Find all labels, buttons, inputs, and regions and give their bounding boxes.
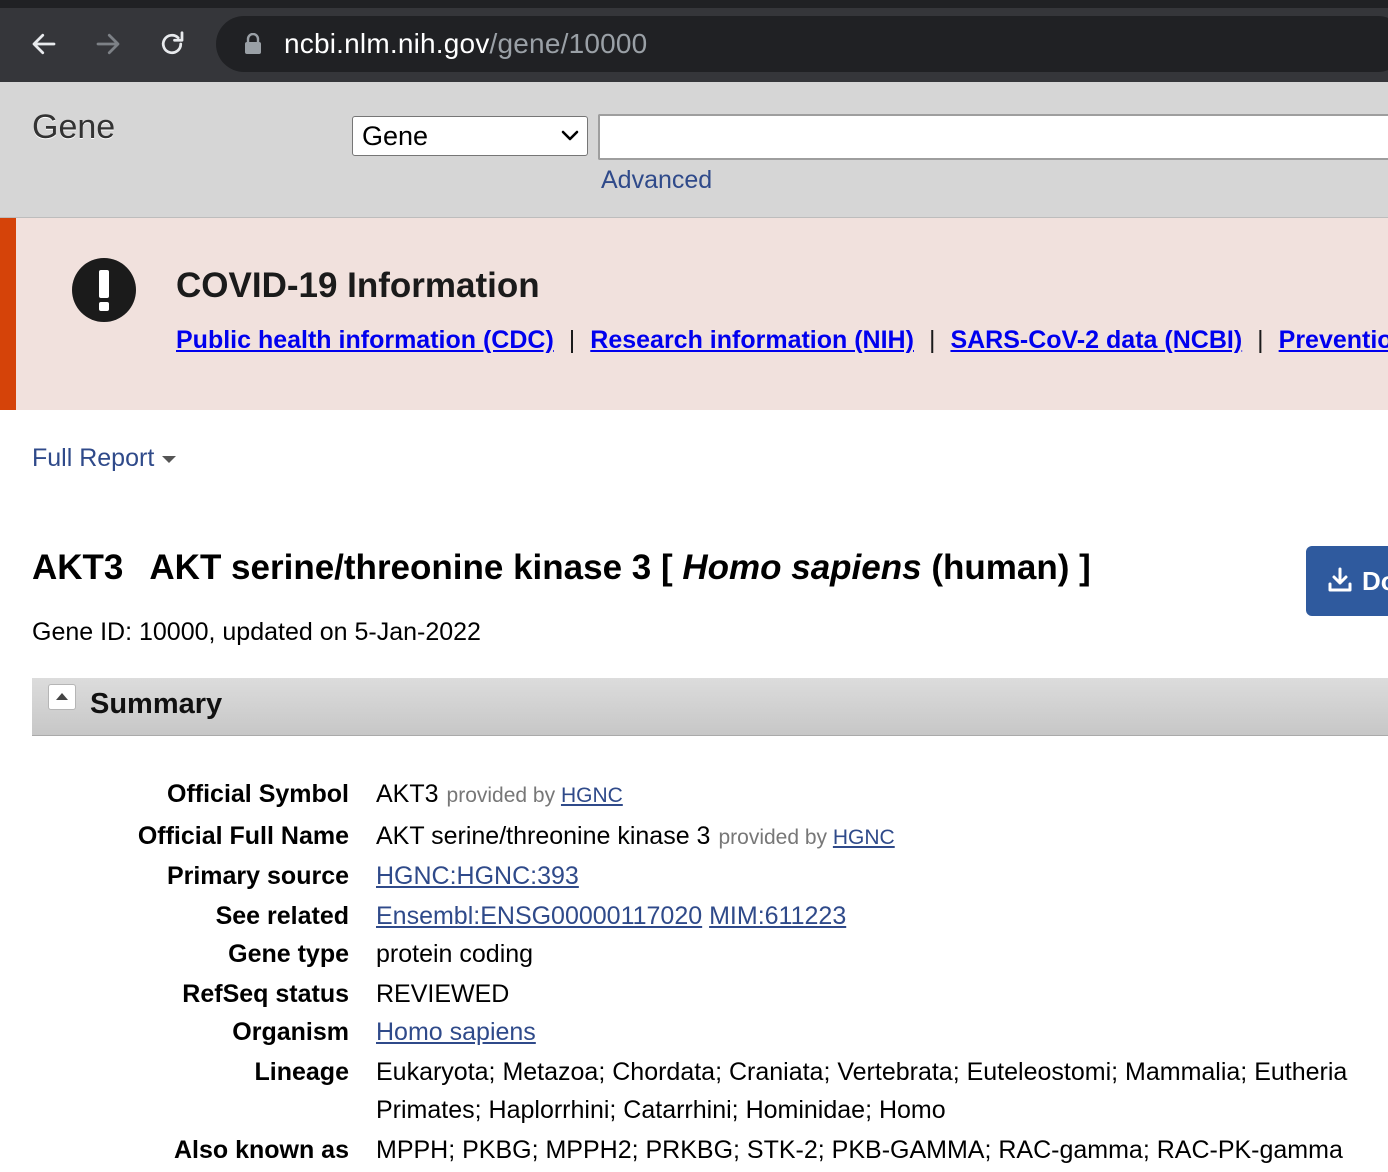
tab-strip: [0, 0, 1388, 8]
detail-label: Lineage: [254, 1058, 349, 1086]
detail-label: Also known as: [173, 1136, 349, 1164]
exclamation-icon: [72, 258, 136, 322]
hgnc-link[interactable]: HGNC: [561, 784, 623, 807]
detail-label: RefSeq status: [182, 980, 349, 1008]
back-button[interactable]: [26, 26, 62, 62]
link-separator: |: [1257, 326, 1264, 354]
covid-banner: COVID-19 Information Public health infor…: [0, 218, 1388, 410]
detail-value: AKT serine/threonine kinase 3: [376, 822, 711, 850]
download-icon: [1328, 567, 1352, 592]
arrow-right-icon: [96, 33, 120, 55]
reload-icon: [161, 31, 184, 55]
banner-accent: [0, 218, 16, 410]
report-format-dropdown[interactable]: Full Report: [32, 444, 177, 473]
organism-name: Homo sapiens: [682, 548, 922, 587]
nih-link[interactable]: Research information (NIH): [590, 326, 914, 354]
forward-button[interactable]: [90, 26, 126, 62]
covid-links: Public health information (CDC) | Research…: [176, 326, 1388, 355]
download-button[interactable]: Do: [1306, 546, 1388, 616]
provided-by-text: provided by: [718, 826, 828, 849]
database-select-value: Gene: [362, 121, 429, 151]
summary-section-header[interactable]: Summary: [32, 678, 1388, 736]
gene-symbol: AKT3: [32, 548, 124, 587]
url-path: /gene/10000: [489, 28, 648, 59]
prevention-link[interactable]: Prevention: [1279, 326, 1388, 354]
detail-label: Official Symbol: [167, 780, 349, 808]
lock-icon: [245, 33, 261, 54]
link-separator: |: [928, 326, 936, 354]
caret-down-icon: [162, 455, 177, 463]
detail-label: Primary source: [166, 862, 349, 890]
detail-label: Gene type: [228, 940, 349, 968]
primary-source-link[interactable]: HGNC:HGNC:393: [376, 862, 579, 890]
cdc-link[interactable]: Public health information (CDC): [176, 326, 554, 354]
browser-toolbar: ncbi.nlm.nih.gov/gene/10000: [0, 0, 1388, 82]
detail-value: protein coding: [376, 940, 534, 968]
ensembl-link[interactable]: Ensembl:ENSG00000117020: [376, 902, 702, 930]
search-input[interactable]: [598, 114, 1388, 160]
mim-link[interactable]: MIM:611223: [709, 902, 846, 930]
link-separator: |: [568, 326, 576, 354]
arrow-left-icon: [32, 33, 56, 55]
detail-label: Official Full Name: [137, 822, 349, 850]
provided-by: provided by HGNC: [447, 784, 623, 807]
triangle-up-icon: [56, 693, 68, 700]
collapse-button[interactable]: [48, 684, 76, 710]
hgnc-link[interactable]: HGNC: [833, 826, 895, 849]
gene-id-line: Gene ID: 10000, updated on 5-Jan-2022: [32, 618, 481, 646]
address-bar[interactable]: ncbi.nlm.nih.gov/gene/10000: [216, 16, 1388, 72]
provided-by-text: provided by: [446, 784, 556, 807]
detail-value: Primates; Haplorrhini; Catarrhini; Homin…: [376, 1096, 946, 1124]
reload-button[interactable]: [154, 26, 190, 62]
chevron-down-icon: [561, 130, 579, 141]
covid-heading: COVID-19 Information: [176, 266, 540, 305]
detail-value: Eukaryota; Metazoa; Chordata; Craniata; …: [376, 1058, 1348, 1086]
gene-name: AKT serine/threonine kinase 3 [: [149, 548, 673, 587]
ncbi-link[interactable]: SARS-CoV-2 data (NCBI): [950, 326, 1242, 354]
url-text: ncbi.nlm.nih.gov/gene/10000: [284, 28, 647, 60]
organism-link[interactable]: Homo sapiens: [376, 1018, 536, 1046]
url-host: ncbi.nlm.nih.gov: [284, 28, 490, 59]
provided-by: provided by HGNC: [718, 826, 894, 849]
report-format-label: Full Report: [32, 444, 155, 472]
detail-label: See related: [215, 902, 349, 930]
detail-value: AKT3: [376, 780, 439, 808]
search-header: Gene Gene Advanced: [0, 82, 1388, 218]
detail-value: REVIEWED: [376, 980, 510, 1008]
page-title: AKT3 AKT serine/threonine kinase 3 [ Homo…: [32, 548, 1091, 588]
download-label: Do: [1362, 566, 1388, 596]
detail-value: MPPH; PKBG; MPPH2; PRKBG; STK-2; PKB-GAM…: [376, 1136, 1343, 1164]
database-select[interactable]: Gene: [352, 116, 588, 156]
summary-title: Summary: [90, 688, 223, 720]
detail-label: Organism: [232, 1018, 349, 1046]
advanced-search-link[interactable]: Advanced: [601, 166, 712, 195]
organism-common: (human) ]: [931, 548, 1091, 587]
database-title: Gene: [32, 108, 116, 146]
